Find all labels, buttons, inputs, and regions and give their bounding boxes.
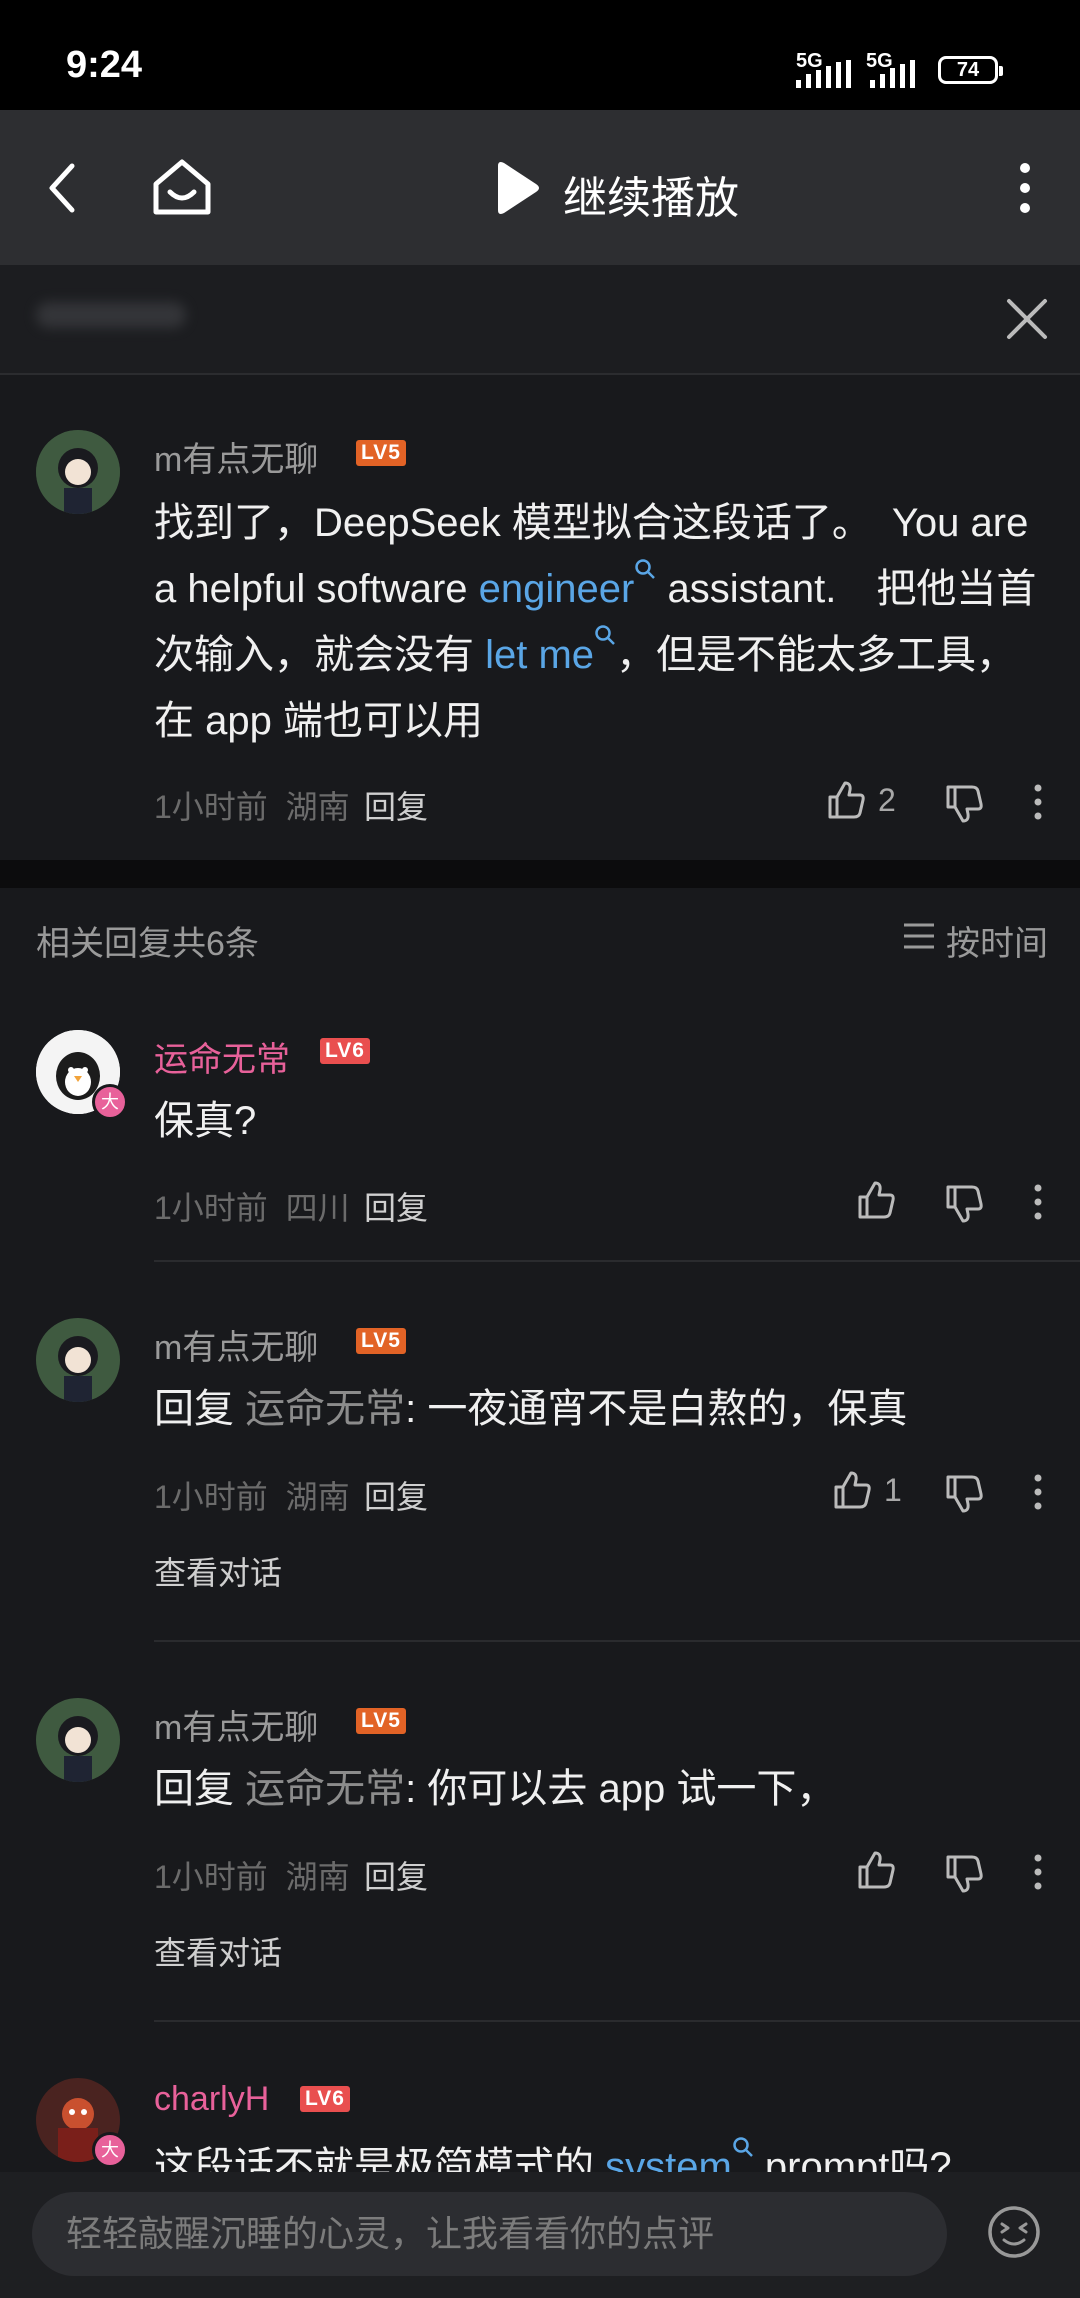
blurred-title <box>36 302 186 328</box>
avatar-image <box>36 1698 120 1782</box>
sort-by-time-button[interactable]: 按时间 <box>946 916 1048 965</box>
reply-prefix: 回复 <box>154 1767 234 1811</box>
status-bar <box>0 0 1080 110</box>
like-icon[interactable] <box>856 1180 896 1220</box>
reply-meta: 1小时前 湖南 <box>154 1852 350 1898</box>
reply-time: 1小时前 <box>154 1190 268 1226</box>
level-badge: LV5 <box>356 440 406 466</box>
level-badge: LV6 <box>320 1038 370 1064</box>
reply-prefix: 回复 <box>154 1387 234 1431</box>
home-icon[interactable] <box>150 156 214 218</box>
reply-meta: 1小时前 湖南 <box>154 1472 350 1518</box>
divider <box>154 1260 1080 1262</box>
sort-icon[interactable] <box>902 920 936 952</box>
close-icon[interactable] <box>1006 298 1048 340</box>
comment-input[interactable] <box>32 2192 947 2276</box>
like-icon[interactable] <box>832 1470 872 1510</box>
reply-username[interactable]: 运命无常 <box>154 1032 290 1081</box>
replies-count-title: 相关回复共6条 <box>36 925 259 963</box>
search-icon <box>733 2137 753 2157</box>
reply-text: 保真? <box>154 1099 257 1143</box>
search-icon <box>595 625 615 645</box>
battery-icon: 74 <box>938 56 1003 84</box>
dislike-icon[interactable] <box>944 1184 984 1224</box>
reply-text: 回复 运命无常: 你可以去 app 试一下， <box>154 1756 836 1822</box>
level-badge: LV6 <box>300 2086 350 2112</box>
continue-play-button[interactable]: 继续播放 <box>563 162 739 226</box>
reply-button[interactable]: 回复 <box>364 782 428 828</box>
level-badge: LV5 <box>356 1708 406 1734</box>
quoted-username[interactable]: 运命无常 <box>245 1767 405 1811</box>
view-conversation-link[interactable]: 查看对话 <box>154 1928 282 1974</box>
emoji-icon[interactable] <box>986 2204 1042 2260</box>
comment-more-icon[interactable] <box>1028 782 1048 822</box>
avatar-image <box>36 430 120 514</box>
signal-icon <box>796 60 851 88</box>
reply-button[interactable]: 回复 <box>364 1183 428 1229</box>
avatar-image <box>36 1318 120 1402</box>
quoted-username[interactable]: 运命无常 <box>245 1387 405 1431</box>
like-icon[interactable] <box>826 780 866 820</box>
reply-username[interactable]: m有点无聊 <box>154 1700 318 1749</box>
comment-time: 1小时前 <box>154 789 268 825</box>
reply-text: 回复 运命无常: 一夜通宵不是白熬的，保真 <box>154 1376 907 1442</box>
more-icon[interactable] <box>1012 160 1038 216</box>
reply-button[interactable]: 回复 <box>364 1852 428 1898</box>
reply-text-part: : 你可以去 app 试一下， <box>405 1767 837 1811</box>
reply-username[interactable]: m有点无聊 <box>154 1320 318 1369</box>
divider <box>154 2020 1080 2022</box>
dislike-icon[interactable] <box>944 784 984 824</box>
like-count: 1 <box>884 1472 902 1508</box>
reply-button[interactable]: 回复 <box>364 1472 428 1518</box>
reply-time: 1小时前 <box>154 1479 268 1515</box>
reply-time: 1小时前 <box>154 1859 268 1895</box>
comment-username[interactable]: m有点无聊 <box>154 432 318 481</box>
reply-meta: 1小时前 四川 <box>154 1183 350 1229</box>
vip-badge: 大 <box>92 1084 128 1120</box>
level-badge: LV5 <box>356 1328 406 1354</box>
signal-icon-2 <box>870 60 915 88</box>
search-link-engineer[interactable]: engineer <box>479 567 635 611</box>
reply-more-icon[interactable] <box>1028 1472 1048 1512</box>
play-icon[interactable] <box>492 160 542 216</box>
comment-text: 找到了，DeepSeek 模型拟合这段话了。 You are a helpful… <box>154 490 1050 754</box>
reply-more-icon[interactable] <box>1028 1182 1048 1222</box>
section-gap <box>0 860 1080 888</box>
avatar[interactable] <box>36 430 120 514</box>
vip-badge: 大 <box>92 2132 128 2168</box>
back-icon[interactable] <box>40 160 90 216</box>
dislike-icon[interactable] <box>944 1854 984 1894</box>
avatar[interactable] <box>36 1698 120 1782</box>
search-icon <box>635 559 656 579</box>
reply-more-icon[interactable] <box>1028 1852 1048 1892</box>
battery-level: 74 <box>956 59 980 81</box>
like-icon[interactable] <box>856 1850 896 1890</box>
reply-location: 湖南 <box>285 1859 350 1895</box>
avatar[interactable] <box>36 1318 120 1402</box>
reply-username[interactable]: charlyH <box>154 2080 269 2119</box>
view-conversation-link[interactable]: 查看对话 <box>154 1548 282 1594</box>
reply-text-part: : 一夜通宵不是白熬的，保真 <box>405 1387 908 1431</box>
comment-location: 湖南 <box>285 789 350 825</box>
reply-location: 四川 <box>285 1190 350 1226</box>
like-count: 2 <box>878 782 896 818</box>
divider <box>154 1640 1080 1642</box>
search-link-let-me[interactable]: let me <box>485 633 594 677</box>
comment-meta: 1小时前 湖南 <box>154 782 350 828</box>
status-time: 9:24 <box>66 44 143 86</box>
reply-location: 湖南 <box>285 1479 350 1515</box>
dislike-icon[interactable] <box>944 1474 984 1514</box>
